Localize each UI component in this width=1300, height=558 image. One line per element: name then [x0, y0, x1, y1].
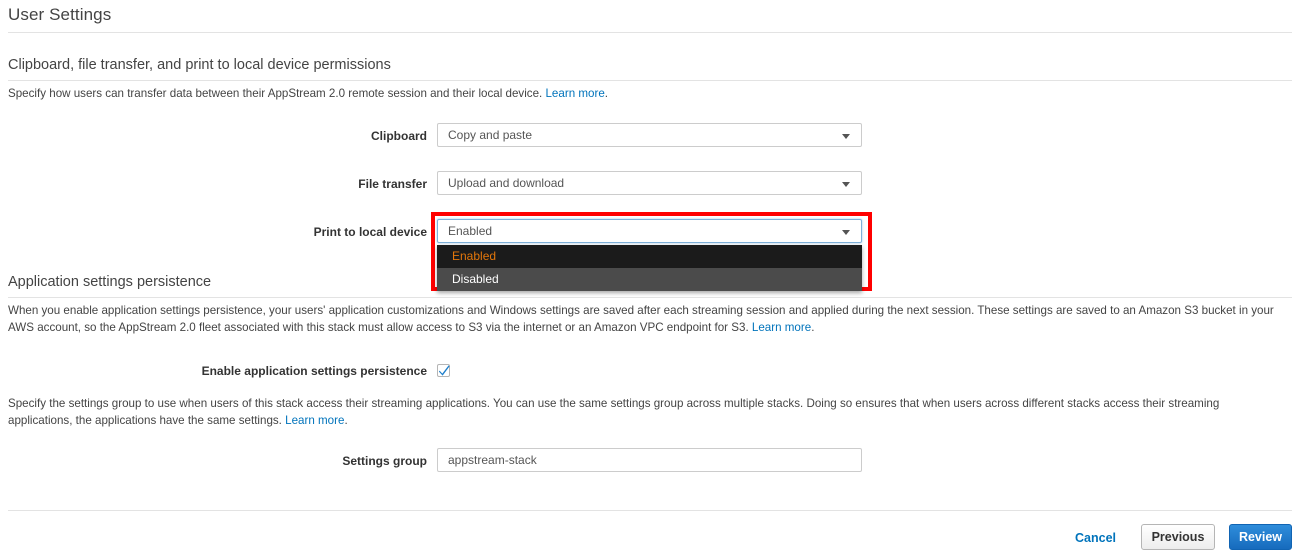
permissions-description-period: .	[604, 87, 609, 100]
settings-group-description: Specify the settings group to use when u…	[8, 396, 1280, 429]
persistence-section-divider	[8, 297, 1292, 298]
learn-more-link-persistence[interactable]: Learn more	[752, 321, 811, 334]
settings-group-input[interactable]: appstream-stack	[437, 448, 862, 472]
permissions-section-divider	[8, 80, 1292, 81]
clipboard-select[interactable]: Copy and paste	[437, 123, 862, 147]
learn-more-link-permissions[interactable]: Learn more	[545, 87, 604, 100]
review-button[interactable]: Review	[1229, 524, 1292, 550]
file-transfer-select-value: Upload and download	[448, 176, 565, 190]
dropdown-option-disabled[interactable]: Disabled	[437, 268, 862, 291]
cancel-button[interactable]: Cancel	[1075, 531, 1116, 545]
persistence-section-heading: Application settings persistence	[8, 274, 212, 290]
permissions-description-text: Specify how users can transfer data betw…	[8, 87, 543, 100]
file-transfer-label: File transfer	[358, 177, 427, 191]
title-divider	[8, 32, 1292, 33]
persistence-description-period: .	[811, 320, 815, 334]
checkmark-icon	[438, 365, 450, 376]
settings-group-input-value: appstream-stack	[448, 453, 537, 467]
settings-group-description-period: .	[344, 413, 348, 427]
chevron-down-icon	[842, 182, 850, 187]
file-transfer-select[interactable]: Upload and download	[437, 171, 862, 195]
enable-persistence-checkbox[interactable]	[437, 364, 450, 377]
dropdown-option-enabled[interactable]: Enabled	[437, 245, 862, 268]
persistence-description: When you enable application settings per…	[8, 303, 1280, 336]
print-to-local-device-label: Print to local device	[313, 225, 427, 239]
permissions-description: Specify how users can transfer data betw…	[8, 86, 1008, 103]
print-to-local-device-dropdown-list[interactable]: Enabled Disabled	[437, 245, 862, 291]
persistence-description-text: When you enable application settings per…	[8, 304, 1274, 334]
enable-persistence-label: Enable application settings persistence	[201, 364, 427, 378]
settings-group-label: Settings group	[342, 454, 427, 468]
user-settings-page: User Settings Clipboard, file transfer, …	[0, 0, 1300, 558]
footer-divider	[8, 510, 1292, 511]
chevron-down-icon	[842, 134, 850, 139]
clipboard-select-value: Copy and paste	[448, 128, 533, 142]
learn-more-link-settings-group[interactable]: Learn more	[285, 414, 344, 427]
permissions-section-heading: Clipboard, file transfer, and print to l…	[8, 57, 391, 73]
previous-button[interactable]: Previous	[1141, 524, 1215, 550]
settings-group-description-text: Specify the settings group to use when u…	[8, 397, 1220, 427]
page-title: User Settings	[8, 5, 112, 24]
clipboard-label: Clipboard	[371, 129, 427, 143]
